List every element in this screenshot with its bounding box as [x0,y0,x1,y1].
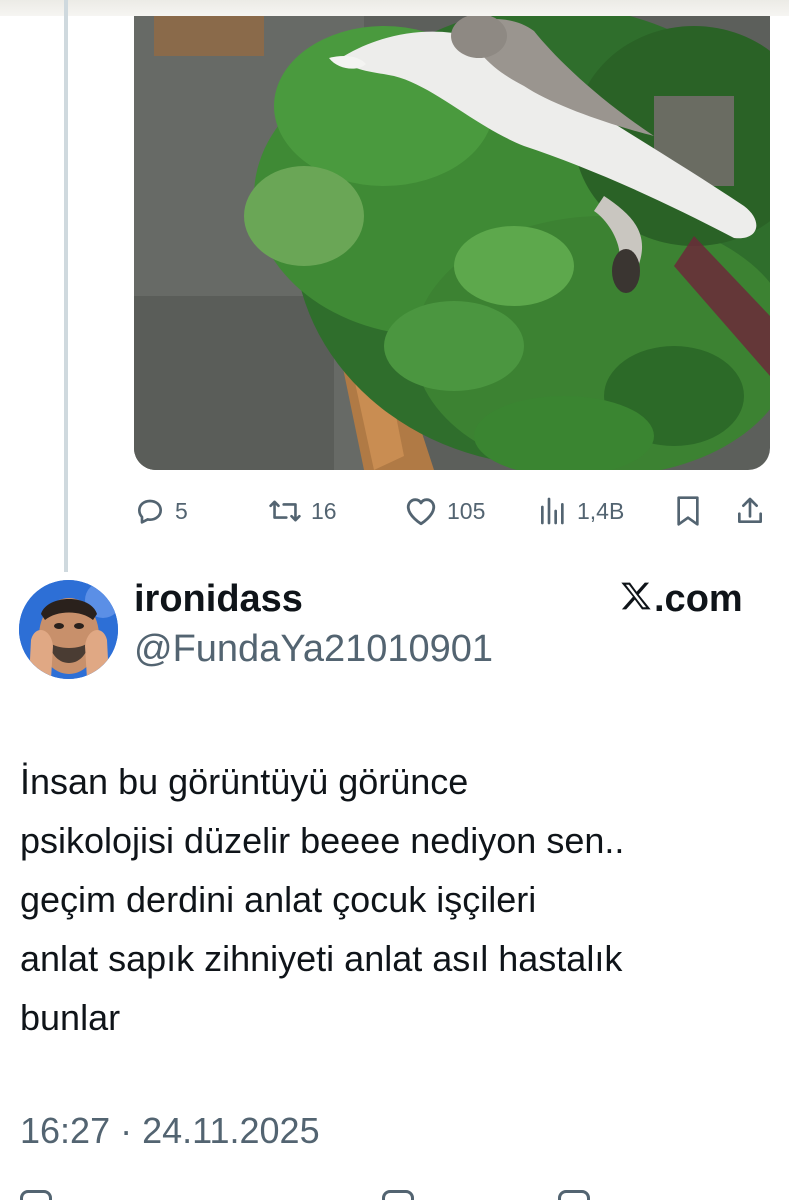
display-name[interactable]: ironidass [134,578,303,621]
x-logo-icon [620,578,654,621]
tweet-photo[interactable] [134,16,770,470]
share-button[interactable] [734,488,766,534]
retweet-icon [268,495,302,527]
share-icon [734,495,766,527]
like-count: 105 [447,497,486,524]
reply-count: 5 [175,497,188,524]
tweet-text-line: psikolojisi düzelir beeee nediyon sen.. [20,820,625,861]
views-button[interactable]: 1,4B [538,488,624,534]
thread-line [64,0,68,572]
tweet-text-line: geçim derdini anlat çocuk işçileri [20,879,537,920]
user-handle[interactable]: @FundaYa21010901 [134,628,493,671]
source-label: .com [654,578,743,620]
reply-button[interactable]: 5 [134,488,188,534]
quoted-tweet-actions: 5 16 105 1,4B [134,488,770,534]
photo-cat-on-greens-icon [134,16,770,470]
retweet-count: 16 [311,497,337,524]
bookmark-icon [674,495,702,527]
view-count: 1,4B [577,497,625,524]
avatar[interactable] [19,580,118,679]
heart-icon [382,1190,414,1200]
tweet-text: İnsan bu görüntüyü görünce psikolojisi d… [20,752,780,1047]
views-icon [538,495,568,527]
tweet-text-line: bunlar [20,997,121,1038]
reply-icon [20,1190,52,1200]
heart-icon [404,495,438,527]
like-button[interactable]: 105 [404,488,485,534]
reply-icon [134,495,166,527]
bookmark-button[interactable] [674,488,702,534]
bookmark-icon [558,1190,590,1200]
source-x-com[interactable]: .com [620,578,743,621]
tweet-text-line: anlat sapık zihniyeti anlat asıl hastalı… [20,938,623,979]
tweet-text-line: İnsan bu görüntüyü görünce [20,761,469,802]
avatar-image [19,580,118,679]
retweet-button[interactable]: 16 [268,488,337,534]
bottom-action-bar-partial [0,1186,789,1200]
top-fade [0,0,789,16]
tweet-timestamp[interactable]: 16:27 · 24.11.2025 [20,1110,320,1152]
